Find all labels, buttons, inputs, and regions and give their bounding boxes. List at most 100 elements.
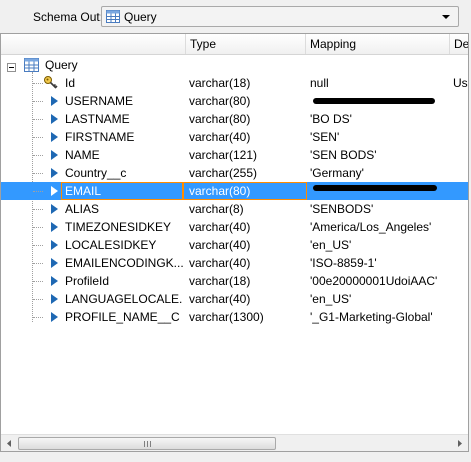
column-description[interactable] (453, 290, 468, 308)
column-header-mapping[interactable]: Mapping (305, 34, 449, 54)
column-type[interactable]: varchar(80) (189, 92, 303, 110)
table-row[interactable]: LASTNAME varchar(80) 'BO DS' (1, 110, 468, 128)
column-type[interactable]: varchar(8) (189, 200, 303, 218)
column-name[interactable]: EMAIL (61, 182, 183, 200)
column-triangle-icon (51, 114, 58, 124)
column-description[interactable] (453, 236, 468, 254)
column-mapping[interactable]: 'BO DS' (310, 110, 460, 128)
table-row[interactable]: PROFILE_NAME__C varchar(1300) '_G1-Marketi… (1, 308, 468, 326)
column-header-name[interactable] (1, 34, 185, 54)
tree-root-row[interactable]: Query (1, 56, 468, 74)
column-name[interactable]: Country__c (65, 164, 183, 182)
tree-connector (33, 245, 43, 246)
column-description[interactable] (453, 146, 468, 164)
tree-connector (33, 317, 43, 318)
column-name[interactable]: ALIAS (65, 200, 183, 218)
column-type[interactable]: varchar(40) (189, 290, 303, 308)
schema-out-dropdown[interactable]: Query (101, 6, 459, 27)
column-mapping[interactable]: 'en_US' (310, 236, 460, 254)
column-type[interactable]: varchar(80) (189, 110, 303, 128)
column-type[interactable]: varchar(40) (189, 128, 303, 146)
column-mapping[interactable]: 'America/Los_Angeles' (310, 218, 460, 236)
column-type[interactable]: varchar(1300) (189, 308, 303, 326)
scroll-right-icon[interactable] (451, 435, 468, 451)
column-description[interactable] (453, 92, 468, 110)
chevron-down-icon[interactable] (442, 15, 450, 19)
column-name[interactable]: TIMEZONESIDKEY (65, 218, 183, 236)
column-triangle-icon (51, 312, 58, 322)
column-description[interactable] (453, 272, 468, 290)
column-mapping[interactable]: 'SEN' (310, 128, 460, 146)
column-triangle-icon (51, 168, 58, 178)
table-row[interactable]: Id varchar(18) nullUse (1, 74, 468, 92)
column-description[interactable]: Use (453, 74, 468, 92)
redacted-mark (313, 98, 435, 104)
column-description[interactable] (453, 182, 468, 200)
column-name[interactable]: EMAILENCODINGK... (65, 254, 183, 272)
collapse-icon[interactable] (7, 61, 16, 75)
tree-connector (33, 83, 43, 84)
tree-root-label: Query (45, 58, 78, 72)
column-name[interactable]: PROFILE_NAME__C (65, 308, 183, 326)
column-type[interactable]: varchar(255) (189, 164, 303, 182)
column-mapping[interactable]: 'en_US' (310, 290, 460, 308)
column-description[interactable] (453, 128, 468, 146)
tree-connector (33, 209, 43, 210)
table-row[interactable]: Country__c varchar(255) 'Germany' (1, 164, 468, 182)
column-triangle-icon (51, 276, 58, 286)
column-description[interactable] (453, 308, 468, 326)
column-mapping[interactable]: '00e20000001UdoiAAC' (310, 272, 460, 290)
column-name[interactable]: Id (65, 74, 183, 92)
column-description[interactable] (453, 110, 468, 128)
column-description[interactable] (453, 218, 468, 236)
tree-connector (33, 173, 43, 174)
tree-connector (33, 299, 43, 300)
column-header: Type Mapping De (1, 34, 468, 55)
column-type[interactable]: varchar(40) (189, 236, 303, 254)
table-row[interactable]: ProfileId varchar(18) '00e20000001UdoiAAC' (1, 272, 468, 290)
column-name[interactable]: LOCALESIDKEY (65, 236, 183, 254)
tree-connector (33, 101, 43, 102)
column-mapping[interactable]: 'Germany' (310, 164, 460, 182)
column-description[interactable] (453, 200, 468, 218)
column-header-type[interactable]: Type (185, 34, 305, 54)
table-row[interactable]: USERNAME varchar(80) (1, 92, 468, 110)
table-row[interactable]: EMAILENCODINGK... varchar(40) 'ISO-8859-1' (1, 254, 468, 272)
schema-out-value: Query (124, 10, 157, 24)
column-description[interactable] (453, 254, 468, 272)
table-row[interactable]: ALIAS varchar(8) 'SENBODS' (1, 200, 468, 218)
table-row[interactable]: TIMEZONESIDKEY varchar(40) 'America/Los_An… (1, 218, 468, 236)
column-triangle-icon (51, 150, 58, 160)
column-type[interactable]: varchar(18) (189, 74, 303, 92)
table-row[interactable]: FIRSTNAME varchar(40) 'SEN' (1, 128, 468, 146)
column-type[interactable]: varchar(80) (183, 182, 307, 200)
table-row[interactable]: LOCALESIDKEY varchar(40) 'en_US' (1, 236, 468, 254)
column-mapping[interactable]: 'ISO-8859-1' (310, 254, 460, 272)
column-mapping[interactable]: 'SENBODS' (310, 200, 460, 218)
column-name[interactable]: LASTNAME (65, 110, 183, 128)
query-table-icon (106, 10, 120, 26)
column-type[interactable]: varchar(121) (189, 146, 303, 164)
column-mapping[interactable]: '_G1-Marketing-Global' (310, 308, 460, 326)
horizontal-scrollbar[interactable] (1, 434, 468, 451)
column-header-description[interactable]: De (449, 34, 468, 54)
schema-tree-table: Type Mapping De Query Id varchar(18) null U… (0, 33, 469, 452)
column-name[interactable]: LANGUAGELOCALE... (65, 290, 183, 308)
column-name[interactable]: FIRSTNAME (65, 128, 183, 146)
column-description[interactable] (453, 164, 468, 182)
column-type[interactable]: varchar(40) (189, 218, 303, 236)
column-name[interactable]: NAME (65, 146, 183, 164)
column-type[interactable]: varchar(40) (189, 254, 303, 272)
column-triangle-icon (51, 294, 58, 304)
column-name[interactable]: USERNAME (65, 92, 183, 110)
tree-connector (33, 191, 43, 192)
column-name[interactable]: ProfileId (65, 272, 183, 290)
column-mapping[interactable]: 'SEN BODS' (310, 146, 460, 164)
scroll-thumb[interactable] (18, 437, 276, 450)
scroll-left-icon[interactable] (1, 435, 18, 451)
column-type[interactable]: varchar(18) (189, 272, 303, 290)
table-row[interactable]: LANGUAGELOCALE... varchar(40) 'en_US' (1, 290, 468, 308)
table-row[interactable]: NAME varchar(121) 'SEN BODS' (1, 146, 468, 164)
table-row[interactable]: EMAIL varchar(80) (1, 182, 468, 200)
column-mapping[interactable]: null (310, 74, 460, 92)
